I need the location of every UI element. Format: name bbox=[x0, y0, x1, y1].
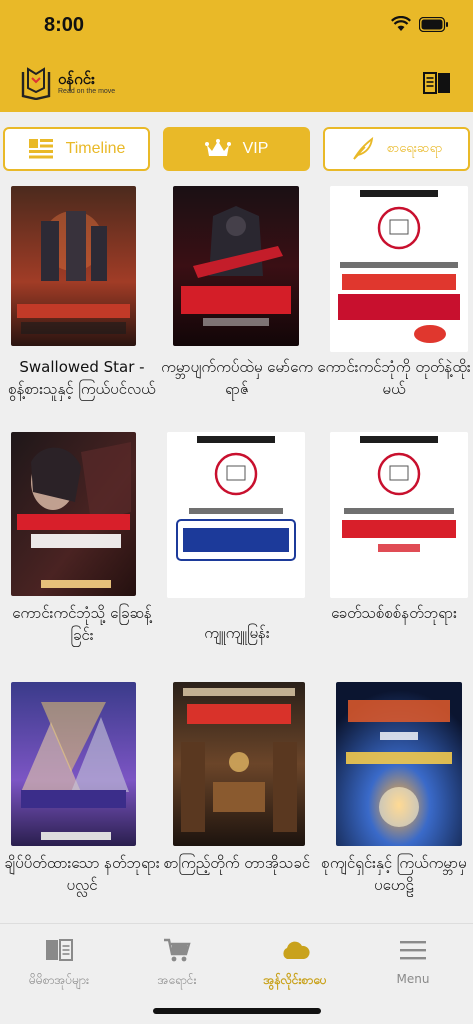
library-icon bbox=[0, 936, 118, 964]
battery-icon bbox=[419, 16, 449, 32]
book-title: ချိပ်ပိတ်ထားသော နတ်ဘုရားပလ္လင် bbox=[4, 854, 160, 894]
book-card[interactable]: Swallowed Star - စွန့်စားသူနှင့် ကြယ်ပင်… bbox=[4, 186, 160, 431]
crown-icon bbox=[204, 139, 231, 159]
app-title: ဝန်ဂင်း bbox=[58, 69, 95, 88]
book-cover[interactable] bbox=[330, 186, 468, 352]
book-card[interactable]: ကျူကျူမြန်း bbox=[159, 432, 315, 677]
tab-vip-label: VIP bbox=[242, 140, 269, 157]
tab-timeline-label: Timeline bbox=[65, 140, 126, 157]
book-card[interactable]: ကမ္ဘာပျက်ကပ်ထဲမှ မော်ကေရာဇ် bbox=[159, 186, 315, 431]
app-header: 8:00 ဝန်ဂင်း Read on the move bbox=[0, 0, 473, 112]
book-title: Swallowed Star - စွန့်စားသူနှင့် ကြယ်ပင်… bbox=[8, 358, 156, 398]
status-bar: 8:00 bbox=[0, 0, 473, 50]
app-screen: 8:00 ဝန်ဂင်း Read on the move Timeline V… bbox=[0, 0, 473, 1024]
tab-timeline[interactable]: Timeline bbox=[3, 127, 150, 171]
book-card[interactable]: ချိပ်ပိတ်ထားသော နတ်ဘုရားပလ္လင် bbox=[4, 682, 160, 927]
book-title: ကျူကျူမြန်း bbox=[204, 624, 270, 642]
hamburger-menu-icon bbox=[354, 936, 472, 964]
book-title: စုကျင်ရှင်းနှင့် ကြယ်ကမ္ဘာမှ ပဟေဠိ bbox=[321, 854, 467, 894]
book-card[interactable]: ကောင်းကင်ဘုံသို့ ခြေဆန့်ခြင်း bbox=[4, 432, 160, 677]
nav-menu[interactable]: Menu bbox=[354, 936, 472, 986]
book-card[interactable]: စာကြည့်တိုက် တာအိုသခင် bbox=[159, 682, 315, 927]
nav-shop[interactable]: အရောင်း bbox=[118, 936, 236, 990]
book-title: စာကြည့်တိုက် တာအိုသခင် bbox=[163, 854, 311, 872]
app-logo[interactable]: ဝန်ဂင်း Read on the move bbox=[20, 66, 115, 100]
tab-writer-label: စာရေးဆရာ bbox=[386, 139, 443, 155]
book-cover[interactable] bbox=[167, 432, 305, 598]
book-cover[interactable] bbox=[11, 186, 136, 346]
book-title: ခေတ်သစ်စစ်နတ်ဘုရား bbox=[331, 604, 457, 622]
logo-book-icon bbox=[21, 67, 51, 100]
feather-icon bbox=[351, 137, 375, 161]
timeline-icon bbox=[28, 138, 54, 160]
tab-vip[interactable]: VIP bbox=[163, 127, 310, 171]
nav-online-books-label: အွန်လိုင်းစာပေ bbox=[263, 973, 327, 987]
book-cover[interactable] bbox=[173, 186, 299, 346]
book-title: ကောင်းကင်ဘုံကို တုတ်နဲ့ထိုးမယ် bbox=[317, 358, 471, 398]
book-cover[interactable] bbox=[330, 432, 468, 598]
book-title: ကောင်းကင်ဘုံသို့ ခြေဆန့်ခြင်း bbox=[12, 604, 152, 644]
book-card[interactable]: စုကျင်ရှင်းနှင့် ကြယ်ကမ္ဘာမှ ပဟေဠိ bbox=[316, 682, 472, 927]
cloud-icon bbox=[236, 936, 354, 964]
book-cover[interactable] bbox=[11, 432, 136, 596]
app-tagline: Read on the move bbox=[58, 87, 116, 95]
book-cover[interactable] bbox=[336, 682, 462, 846]
nav-online-books[interactable]: အွန်လိုင်းစာပေ bbox=[236, 936, 354, 990]
home-indicator[interactable] bbox=[153, 1008, 321, 1014]
status-icons bbox=[391, 16, 449, 32]
category-tabs: Timeline VIP စာရေးဆရာ bbox=[3, 127, 470, 171]
nav-my-books[interactable]: မိမိစာအုပ်များ bbox=[0, 936, 118, 990]
cart-icon bbox=[118, 936, 236, 964]
book-grid: Swallowed Star - စွန့်စားသူနှင့် ကြယ်ပင်… bbox=[0, 180, 473, 920]
nav-menu-label: Menu bbox=[396, 972, 430, 986]
book-card[interactable]: ကောင်းကင်ဘုံကို တုတ်နဲ့ထိုးမယ် bbox=[316, 186, 472, 431]
nav-my-books-label: မိမိစာအုပ်များ bbox=[29, 973, 89, 987]
book-card[interactable]: ခေတ်သစ်စစ်နတ်ဘုရား bbox=[316, 432, 472, 677]
book-title: ကမ္ဘာပျက်ကပ်ထဲမှ မော်ကေရာဇ် bbox=[161, 358, 313, 398]
wifi-icon bbox=[391, 16, 411, 32]
tab-writer[interactable]: စာရေးဆရာ bbox=[323, 127, 470, 171]
open-book-icon[interactable] bbox=[423, 72, 451, 94]
book-cover[interactable] bbox=[173, 682, 305, 846]
nav-shop-label: အရောင်း bbox=[157, 973, 197, 987]
book-cover[interactable] bbox=[11, 682, 136, 846]
status-time: 8:00 bbox=[44, 14, 85, 36]
